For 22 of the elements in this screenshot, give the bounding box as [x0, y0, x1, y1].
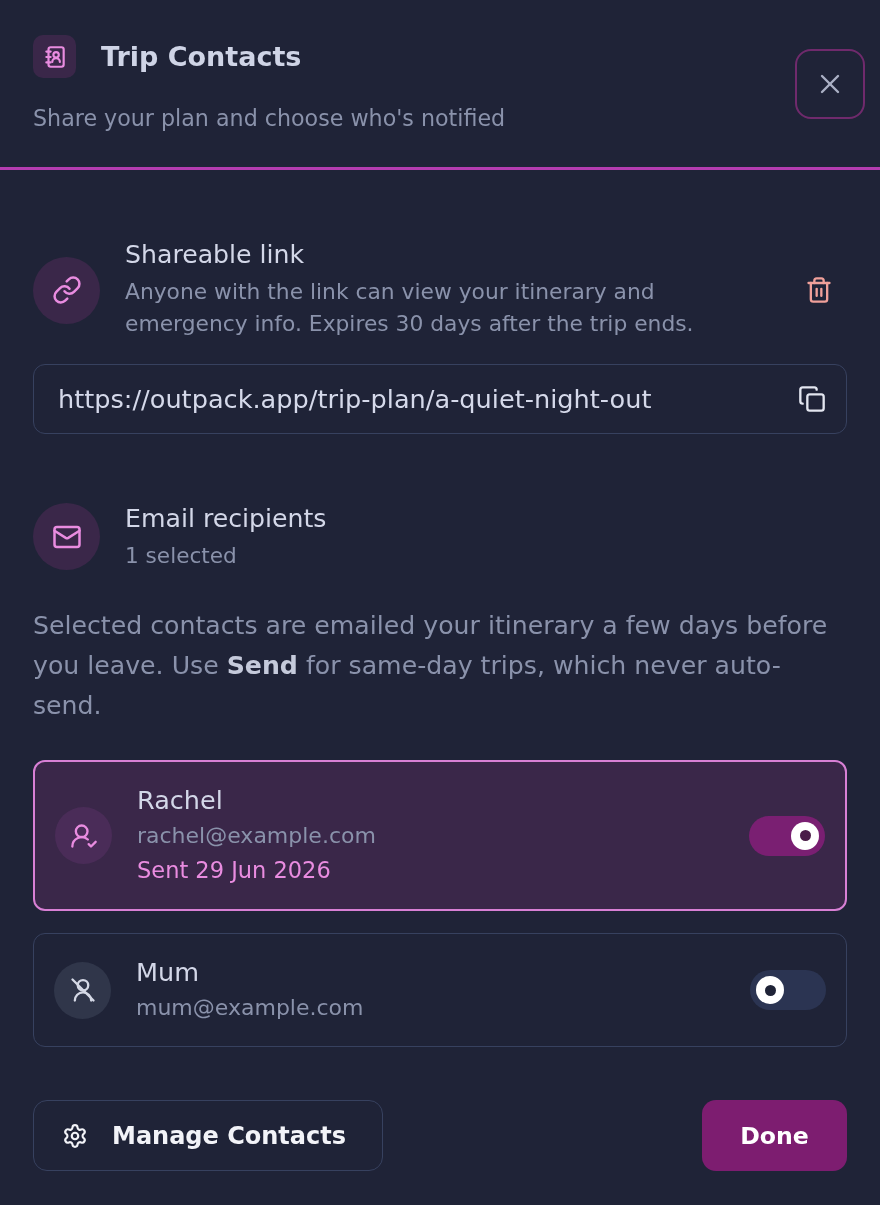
manage-contacts-button[interactable]: Manage Contacts — [33, 1100, 383, 1171]
contact-name: Rachel — [137, 784, 224, 817]
close-button[interactable] — [795, 48, 865, 119]
section-title: Email recipients — [125, 503, 328, 534]
help-text: Selected contacts are emailed your itinerary a few days before you leave. Use Send for same-day trips, which never auto-send. — [33, 610, 829, 722]
contact-email: mum@example.com — [136, 994, 365, 1022]
dialog-title: Trip Contacts — [101, 39, 302, 74]
selected-count: 1 selected — [125, 541, 238, 570]
section-title: Shareable link — [125, 240, 306, 270]
dialog-subtitle: Share your plan and choose who's notified — [33, 104, 506, 132]
trash-icon[interactable] — [805, 276, 833, 304]
toggle-switch[interactable] — [749, 815, 825, 856]
section-description: Anyone with the link can view your itinerary and emergency info. Expires 30 days after the trip ends. — [125, 278, 695, 338]
url-field[interactable]: https://outpack.app/trip-plan/a-quiet-night-out — [33, 364, 847, 434]
contact-email: rachel@example.com — [137, 822, 377, 850]
contact-book-icon — [33, 35, 76, 78]
done-button[interactable]: Done — [702, 1100, 847, 1171]
toggle-switch[interactable] — [750, 970, 826, 1010]
copy-icon[interactable] — [798, 385, 826, 413]
sent-status: Sent 29 Jun 2026 — [137, 856, 332, 885]
contact-name: Mum — [136, 956, 200, 989]
settings-icon — [62, 1122, 88, 1149]
